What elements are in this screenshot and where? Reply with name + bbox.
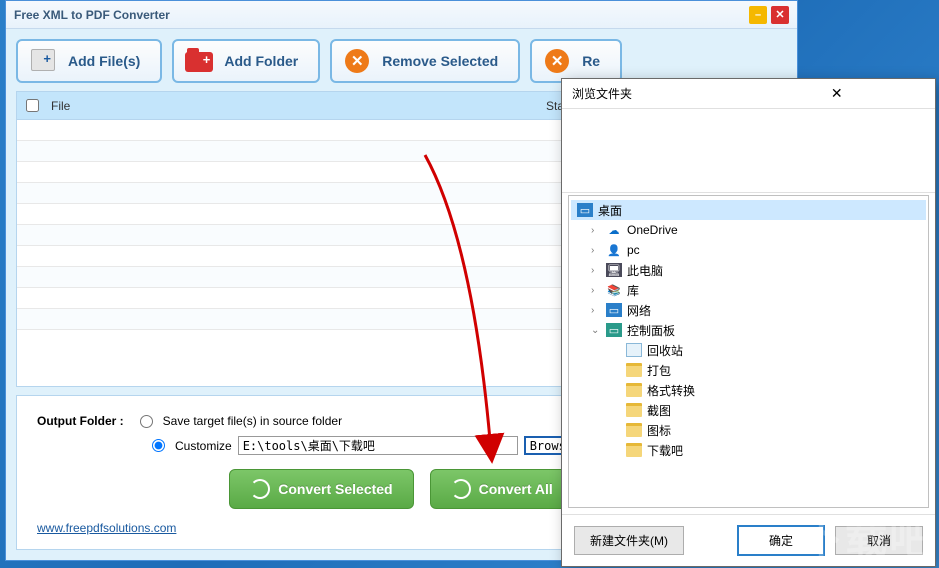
select-all-checkbox[interactable] xyxy=(26,99,39,112)
chevron-icon[interactable]: › xyxy=(591,265,601,276)
tree-item[interactable]: 回收站 xyxy=(571,340,926,360)
tree-label: 回收站 xyxy=(647,342,683,359)
toolbar: + Add File(s) + Add Folder ✕ Remove Sele… xyxy=(16,39,787,83)
folder-icon xyxy=(626,363,642,377)
remove-all-icon: ✕ xyxy=(542,49,572,73)
col-file[interactable]: File xyxy=(47,99,546,113)
net-icon: ▭ xyxy=(606,303,622,317)
chevron-icon[interactable]: › xyxy=(591,225,601,236)
new-folder-button[interactable]: 新建文件夹(M) xyxy=(574,526,684,555)
chevron-icon[interactable]: › xyxy=(591,285,601,296)
output-folder-label: Output Folder : xyxy=(37,414,124,428)
tree-item[interactable]: › 🖥 此电脑 xyxy=(571,260,926,280)
cloud-icon: ☁ xyxy=(606,223,622,237)
remove-all-button[interactable]: ✕ Re xyxy=(530,39,622,83)
remove-selected-button[interactable]: ✕ Remove Selected xyxy=(330,39,520,83)
tree-label: 桌面 xyxy=(598,202,622,219)
tree-item[interactable]: 截图 xyxy=(571,400,926,420)
folder-icon xyxy=(626,403,642,417)
customize-label: Customize xyxy=(175,439,232,453)
folder-icon xyxy=(626,443,642,457)
tree-item[interactable]: › 👤 pc xyxy=(571,240,926,260)
pc-icon: 🖥 xyxy=(606,263,622,277)
dialog-spacer xyxy=(562,109,935,193)
tree-item[interactable]: 图标 xyxy=(571,420,926,440)
tree-label: 截图 xyxy=(647,402,671,419)
minimize-button[interactable]: – xyxy=(749,6,767,24)
tree-label: 网络 xyxy=(627,302,651,319)
customize-radio[interactable] xyxy=(152,439,165,452)
add-folder-icon: + xyxy=(184,49,214,73)
folder-icon xyxy=(626,423,642,437)
tree-item[interactable]: 下载吧 xyxy=(571,440,926,460)
tree-label: 库 xyxy=(627,282,639,299)
dialog-close-button[interactable]: ✕ xyxy=(749,83,926,105)
save-source-label: Save target file(s) in source folder xyxy=(163,414,342,428)
desktop-icon: ▭ xyxy=(577,203,593,217)
dialog-titlebar: 浏览文件夹 ✕ xyxy=(562,79,935,109)
tree-label: 格式转换 xyxy=(647,382,695,399)
dialog-title: 浏览文件夹 xyxy=(572,85,749,102)
convert-selected-button[interactable]: Convert Selected xyxy=(229,469,413,509)
watermark: 下载吧 xyxy=(801,505,933,566)
tree-label: 图标 xyxy=(647,422,671,439)
add-file-icon: + xyxy=(28,49,58,73)
add-files-label: Add File(s) xyxy=(68,53,140,69)
folder-icon xyxy=(626,383,642,397)
chevron-icon[interactable]: › xyxy=(591,305,601,316)
add-folder-button[interactable]: + Add Folder xyxy=(172,39,320,83)
lib-icon: 📚 xyxy=(606,283,622,297)
tree-item[interactable]: › 📚 库 xyxy=(571,280,926,300)
chevron-icon[interactable]: › xyxy=(591,245,601,256)
remove-selected-label: Remove Selected xyxy=(382,53,498,69)
chevron-icon[interactable]: ⌄ xyxy=(591,325,601,336)
remove-all-label: Re xyxy=(582,53,600,69)
panel-icon: ▭ xyxy=(606,323,622,337)
refresh-icon xyxy=(451,479,471,499)
save-source-radio[interactable] xyxy=(140,415,153,428)
folder-tree[interactable]: ▭ 桌面 › ☁ OneDrive › 👤 pc › 🖥 此电脑 › 📚 库 › ▭ 网络 ⌄ ▭ 控制面板回收站… xyxy=(568,195,929,508)
tree-label: pc xyxy=(627,243,640,257)
tree-label: 控制面板 xyxy=(627,322,675,339)
remove-selected-icon: ✕ xyxy=(342,49,372,73)
convert-all-button[interactable]: Convert All xyxy=(430,469,574,509)
convert-all-label: Convert All xyxy=(479,481,553,497)
tree-item[interactable]: ⌄ ▭ 控制面板 xyxy=(571,320,926,340)
add-files-button[interactable]: + Add File(s) xyxy=(16,39,162,83)
tree-label: OneDrive xyxy=(627,223,678,237)
refresh-icon xyxy=(250,479,270,499)
app-title: Free XML to PDF Converter xyxy=(14,8,745,22)
tree-label: 此电脑 xyxy=(627,262,663,279)
close-button[interactable]: ✕ xyxy=(771,6,789,24)
vendor-link[interactable]: www.freepdfsolutions.com xyxy=(37,521,176,535)
tree-item[interactable]: 格式转换 xyxy=(571,380,926,400)
tree-item[interactable]: › ▭ 网络 xyxy=(571,300,926,320)
add-folder-label: Add Folder xyxy=(224,53,298,69)
output-path-input[interactable] xyxy=(238,436,518,455)
convert-selected-label: Convert Selected xyxy=(278,481,392,497)
user-icon: 👤 xyxy=(606,243,622,257)
tree-label: 打包 xyxy=(647,362,671,379)
tree-item[interactable]: › ☁ OneDrive xyxy=(571,220,926,240)
recycle-icon xyxy=(626,343,642,357)
tree-root-desktop[interactable]: ▭ 桌面 xyxy=(571,200,926,220)
browse-folder-dialog: 浏览文件夹 ✕ ▭ 桌面 ›☁OneDrive›👤pc›🖥此电脑›📚库›▭网络⌄… xyxy=(561,78,936,567)
tree-item[interactable]: 打包 xyxy=(571,360,926,380)
titlebar: Free XML to PDF Converter – ✕ xyxy=(6,1,797,29)
tree-label: 下载吧 xyxy=(647,442,683,459)
